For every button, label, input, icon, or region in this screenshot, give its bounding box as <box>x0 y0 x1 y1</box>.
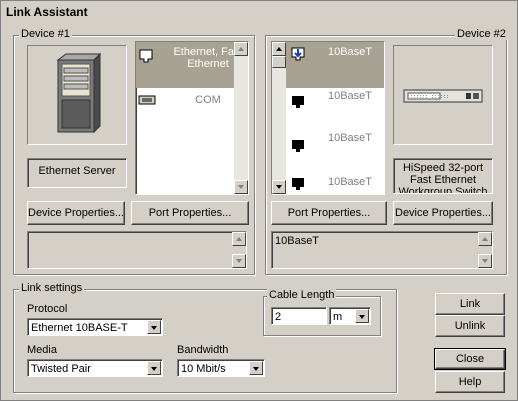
device1-image-frame <box>27 45 127 145</box>
svg-text::::::: ::::::: :::::: :::::: <box>410 94 449 100</box>
cable-unit-value: m <box>333 311 343 323</box>
port-icon <box>292 178 304 190</box>
link-assistant-window: Link Assistant Device #1 Ethernet, Fast … <box>0 0 518 401</box>
chevron-down-icon[interactable] <box>147 361 161 375</box>
media-label: Media <box>27 344 57 356</box>
device1-info-box <box>27 231 247 269</box>
chevron-down-icon[interactable] <box>355 309 369 323</box>
scroll-up-button[interactable] <box>232 232 246 246</box>
com-port-icon <box>138 95 156 105</box>
device2-name: HiSpeed 32-port Fast Ethernet Workgroup … <box>398 162 488 194</box>
device1-info-scrollbar[interactable] <box>232 232 246 268</box>
scroll-down-button[interactable] <box>232 254 246 268</box>
protocol-label: Protocol <box>27 303 68 315</box>
connected-port-icon <box>291 47 305 61</box>
scroll-up-button[interactable] <box>478 232 492 246</box>
cable-length-value: 2 <box>275 311 282 323</box>
device2-port-item[interactable]: 10BaseT <box>286 90 384 130</box>
port-icon <box>292 96 304 108</box>
scroll-down-button[interactable] <box>272 180 286 194</box>
device1-port-properties-button[interactable]: Port Properties... <box>131 201 249 225</box>
link-settings-label: Link settings <box>19 282 85 294</box>
device1-port-item[interactable]: COM <box>136 90 234 110</box>
bandwidth-select[interactable]: 10 Mbit/s <box>177 359 265 377</box>
device2-info-scrollbar[interactable] <box>478 232 492 268</box>
device1-group-label: Device #1 <box>19 28 72 40</box>
port-icon <box>292 140 304 152</box>
cable-unit-select[interactable]: m <box>329 307 371 325</box>
chevron-down-icon[interactable] <box>147 320 161 334</box>
protocol-select[interactable]: Ethernet 10BASE-T <box>27 318 163 336</box>
device2-properties-button[interactable]: Device Properties... <box>393 201 493 225</box>
device1-port-scrollbar[interactable] <box>234 42 248 194</box>
device2-port-list[interactable]: 10BaseT 10BaseT 10BaseT 10BaseT <box>271 41 385 195</box>
bandwidth-value: 10 Mbit/s <box>181 363 226 375</box>
scroll-down-button[interactable] <box>478 254 492 268</box>
close-button[interactable]: Close <box>434 348 506 370</box>
switch-icon: :::::: :::::: <box>403 89 483 103</box>
device2-port-label: 10BaseT <box>327 46 373 58</box>
link-button[interactable]: Link <box>435 293 505 315</box>
device2-port-label: 10BaseT <box>327 176 373 188</box>
server-icon <box>56 52 102 134</box>
cable-length-input[interactable]: 2 <box>271 307 327 325</box>
cable-length-label: Cable Length <box>267 289 337 301</box>
device2-port-properties-button[interactable]: Port Properties... <box>271 201 387 225</box>
device1-name: Ethernet Server <box>38 165 116 177</box>
device2-port-item[interactable]: 10BaseT <box>286 42 384 88</box>
bandwidth-label: Bandwidth <box>177 344 229 356</box>
scroll-thumb[interactable] <box>272 56 286 68</box>
device2-port-scrollbar[interactable] <box>272 42 286 194</box>
device2-image-frame: :::::: :::::: <box>393 45 493 145</box>
media-select[interactable]: Twisted Pair <box>27 359 163 377</box>
ethernet-port-icon <box>139 49 153 63</box>
scroll-down-button[interactable] <box>234 180 248 194</box>
scroll-up-button[interactable] <box>272 42 286 56</box>
device1-properties-button[interactable]: Device Properties... <box>27 201 125 225</box>
device2-port-item[interactable]: 10BaseT <box>286 130 384 174</box>
unlink-button[interactable]: Unlink <box>435 315 505 337</box>
device2-port-item[interactable]: 10BaseT <box>286 174 384 194</box>
device1-port-list[interactable]: Ethernet, Fast Ethernet COM <box>135 41 249 195</box>
device2-name-box: HiSpeed 32-port Fast Ethernet Workgroup … <box>393 158 493 194</box>
device1-port-item[interactable]: Ethernet, Fast Ethernet <box>136 42 243 88</box>
device2-info-box: 10BaseT <box>271 231 493 269</box>
device2-group-label: Device #2 <box>455 28 508 40</box>
device2-port-label: 10BaseT <box>327 90 373 102</box>
window-title: Link Assistant <box>2 2 516 22</box>
chevron-down-icon[interactable] <box>249 361 263 375</box>
device2-port-label: 10BaseT <box>327 132 373 144</box>
device2-info-text: 10BaseT <box>275 235 320 247</box>
help-button[interactable]: Help <box>435 371 505 393</box>
device1-name-box: Ethernet Server <box>27 158 127 188</box>
media-value: Twisted Pair <box>31 363 91 375</box>
scroll-up-button[interactable] <box>234 42 248 56</box>
protocol-value: Ethernet 10BASE-T <box>31 322 128 334</box>
